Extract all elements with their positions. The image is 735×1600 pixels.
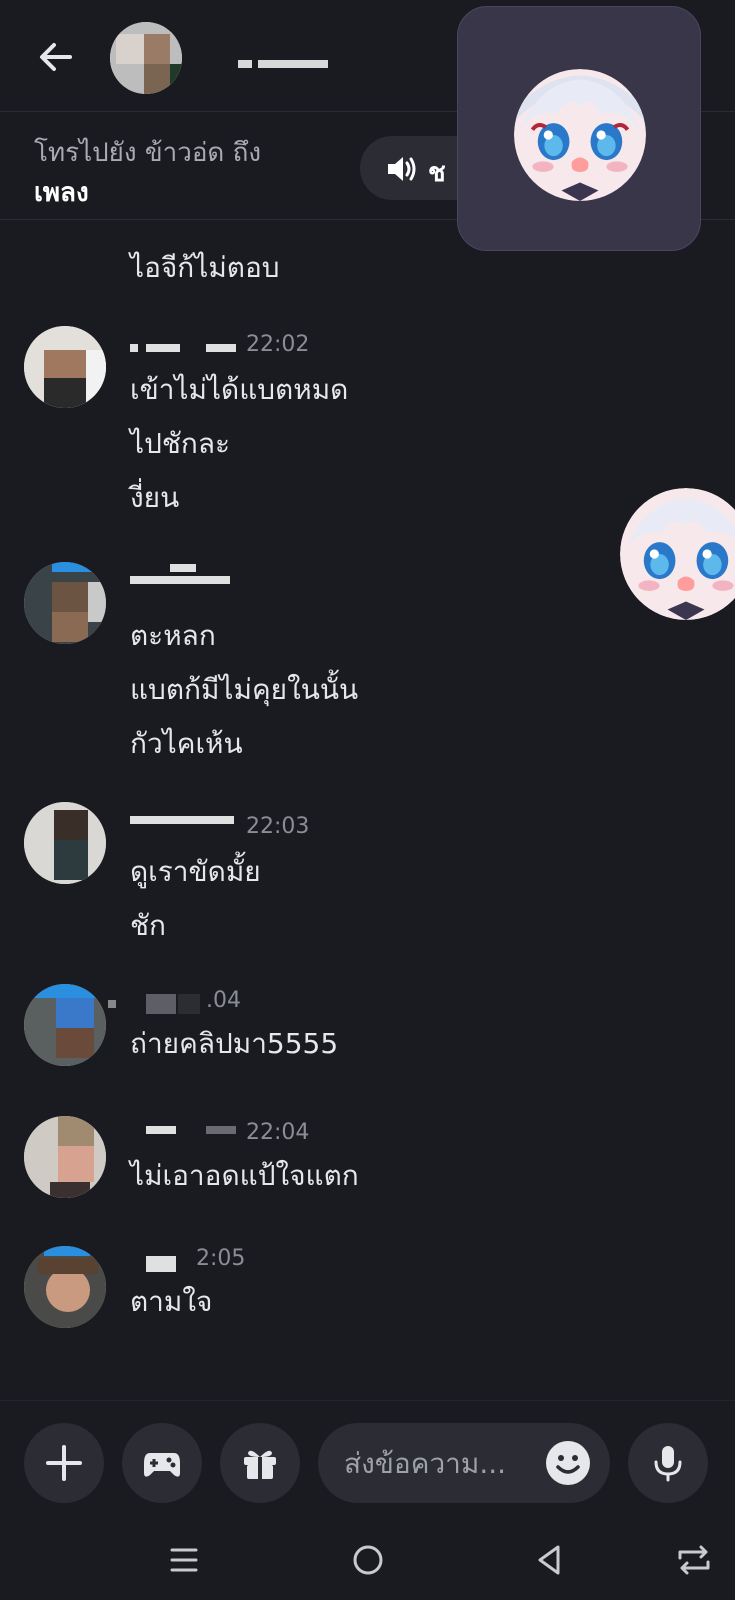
message-text[interactable]: ไม่เอาอดแป้ใจแตก — [130, 1154, 359, 1198]
home-button[interactable] — [344, 1536, 392, 1584]
message-text[interactable]: แบตก้มีไม่คุยในนั้น — [130, 668, 358, 712]
message-timestamp: .04 — [206, 988, 241, 1013]
user-avatar[interactable] — [24, 1116, 106, 1198]
message-composer — [0, 1400, 735, 1510]
user-avatar[interactable] — [24, 562, 106, 644]
floating-call-window[interactable] — [457, 6, 701, 251]
message-text[interactable]: กัวไคเห้น — [130, 722, 243, 766]
speaker-icon — [388, 157, 416, 181]
message-text[interactable]: ชัก — [130, 904, 166, 948]
username-redacted[interactable] — [130, 816, 240, 836]
message-timestamp: 22:04 — [246, 1120, 310, 1145]
rotate-icon — [678, 1545, 710, 1575]
message-input[interactable] — [344, 1443, 544, 1483]
message-text[interactable]: เข้าไม่ได้แบตหมด — [130, 368, 348, 412]
message-text[interactable]: ตะหลก — [130, 614, 216, 658]
gamepad-icon — [144, 1453, 180, 1477]
message-text[interactable]: งี่ยน — [130, 476, 179, 520]
sound-label: ช — [428, 158, 446, 188]
message-text[interactable]: ไอจีก้ไม่ตอบ — [130, 246, 280, 290]
home-icon — [353, 1545, 383, 1575]
gift-icon — [244, 1450, 276, 1479]
message-text[interactable]: ไปชักละ — [130, 422, 230, 466]
user-avatar[interactable] — [24, 984, 106, 1066]
back-nav-button[interactable] — [526, 1536, 574, 1584]
username-redacted[interactable] — [130, 344, 240, 364]
recent-apps-button[interactable] — [160, 1536, 208, 1584]
menu-icon — [170, 1548, 198, 1572]
message-text[interactable]: ดูเราขัดมั้ย — [130, 850, 261, 894]
gift-button[interactable] — [220, 1423, 300, 1503]
plus-icon — [46, 1445, 82, 1481]
username-redacted[interactable] — [130, 564, 240, 592]
username-redacted[interactable] — [130, 1126, 240, 1146]
call-status-text: โทรไปยัง ข้าวอ่ด ถึง — [34, 138, 262, 168]
system-navigation-bar — [0, 1520, 735, 1600]
call-participant-avatar — [514, 69, 646, 201]
voice-message-button[interactable] — [628, 1423, 708, 1503]
message-timestamp: 2:05 — [196, 1246, 246, 1271]
back-button[interactable] — [30, 30, 84, 84]
user-avatar[interactable] — [24, 1246, 106, 1328]
message-input-box[interactable] — [318, 1423, 610, 1503]
message-timestamp: 22:03 — [246, 814, 310, 839]
call-target-text: เพลง — [34, 178, 89, 208]
rotate-button[interactable] — [670, 1536, 718, 1584]
message-text[interactable]: ถ่ายคลิปมา5555 — [130, 1022, 338, 1066]
back-triangle-icon — [538, 1545, 560, 1575]
contact-avatar[interactable] — [110, 22, 182, 94]
emoji-icon[interactable] — [544, 1439, 592, 1487]
microphone-icon — [654, 1446, 682, 1482]
games-button[interactable] — [122, 1423, 202, 1503]
user-avatar[interactable] — [24, 802, 106, 884]
app-screen: โทรไปยัง ข้าวอ่ด ถึง เพลง ช ไอจีก้ไม่ตอบ… — [0, 0, 735, 1600]
add-button[interactable] — [24, 1423, 104, 1503]
floating-bubble-avatar[interactable] — [620, 488, 735, 620]
contact-name-redacted — [238, 42, 438, 72]
user-avatar[interactable] — [24, 326, 106, 408]
message-text[interactable]: ตามใจ — [130, 1280, 212, 1324]
arrow-left-icon — [40, 43, 72, 71]
message-timestamp: 22:02 — [246, 332, 310, 357]
